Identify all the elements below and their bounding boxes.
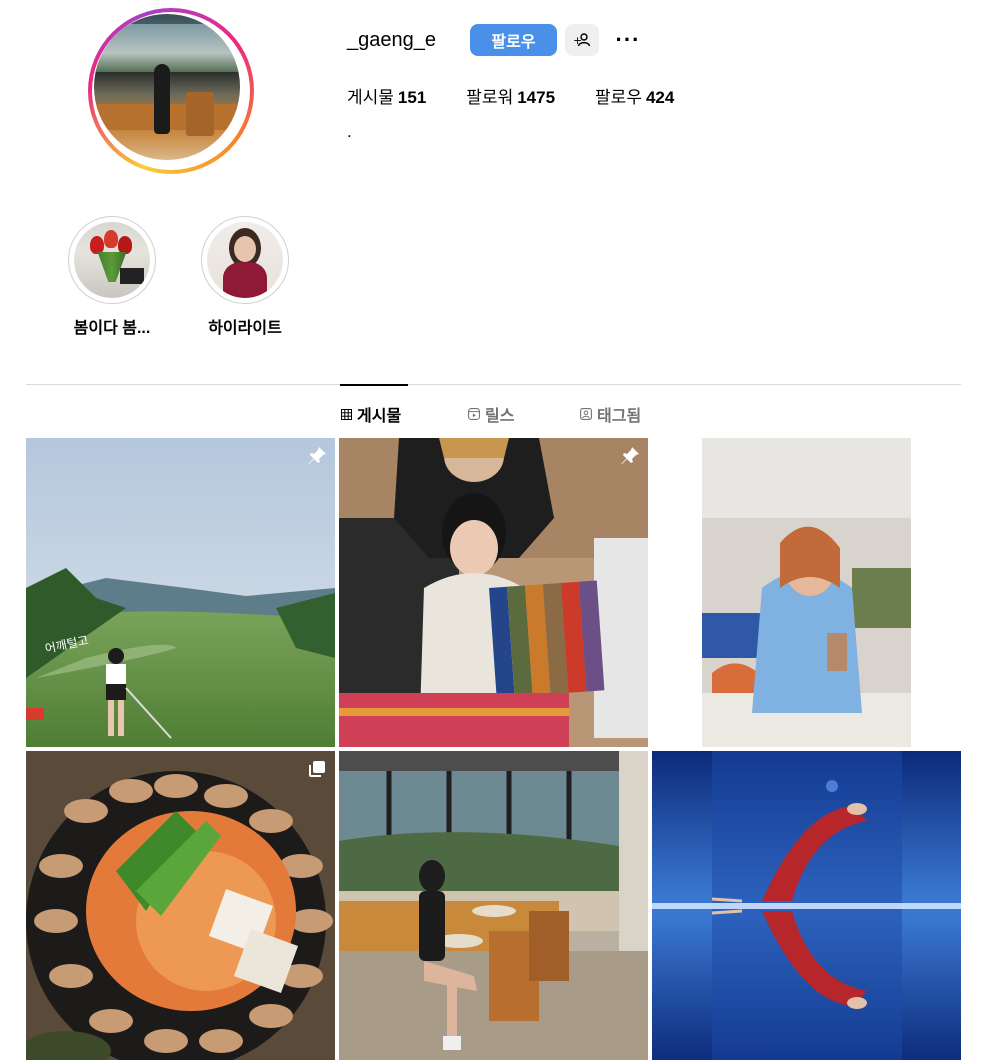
avatar-photo	[94, 14, 240, 160]
pin-icon	[621, 447, 639, 464]
post-thumbnail[interactable]: 어깨털고	[26, 438, 335, 747]
highlight-label: 봄이다 봄...	[73, 320, 151, 337]
highlight-item[interactable]: 봄이다 봄...	[42, 216, 182, 338]
post-image	[652, 438, 961, 747]
pin-icon	[308, 447, 326, 464]
reels-icon	[468, 408, 480, 420]
post-thumbnail[interactable]	[26, 751, 335, 1060]
active-tab-indicator	[340, 384, 408, 386]
carousel-icon	[309, 761, 325, 777]
tagged-icon	[580, 408, 592, 420]
add-user-icon: +	[573, 33, 591, 47]
post-image	[339, 751, 648, 1060]
username: _gaeng_e	[347, 29, 436, 51]
grid-icon	[341, 408, 352, 420]
suggest-users-button[interactable]: +	[565, 24, 599, 56]
post-thumbnail[interactable]	[652, 751, 961, 1060]
more-options-button[interactable]: ···	[612, 27, 644, 53]
tab-label: 릴스	[485, 408, 515, 425]
post-thumbnail[interactable]	[339, 751, 648, 1060]
stat-followers[interactable]: 팔로워 1475	[466, 83, 555, 108]
tab-posts[interactable]: 게시물	[341, 402, 401, 426]
stat-posts: 게시물 151	[347, 88, 427, 107]
post-thumbnail[interactable]	[339, 438, 648, 747]
highlight-label: 하이라이트	[208, 320, 282, 337]
profile-avatar[interactable]	[88, 8, 254, 174]
post-image	[652, 751, 961, 1060]
tab-reels[interactable]: 릴스	[468, 402, 514, 426]
post-image	[339, 438, 648, 747]
stat-following[interactable]: 팔로우 424	[595, 83, 674, 108]
profile-stats: 게시물 151 팔로워 1475 팔로우 424	[347, 83, 714, 108]
tab-label: 게시물	[357, 408, 402, 425]
tab-tagged[interactable]: 태그됨	[580, 402, 641, 426]
follow-button[interactable]: 팔로우	[470, 24, 557, 56]
bio: .	[347, 122, 352, 141]
more-icon: ···	[615, 27, 641, 52]
highlight-cover	[207, 222, 283, 298]
highlight-item[interactable]: 하이라이트	[175, 216, 315, 338]
post-thumbnail[interactable]	[652, 438, 961, 747]
post-image: 어깨털고	[26, 438, 335, 747]
post-image	[26, 751, 335, 1060]
tabs-divider	[26, 384, 961, 385]
tab-label: 태그됨	[597, 408, 642, 425]
highlight-cover	[74, 222, 150, 298]
